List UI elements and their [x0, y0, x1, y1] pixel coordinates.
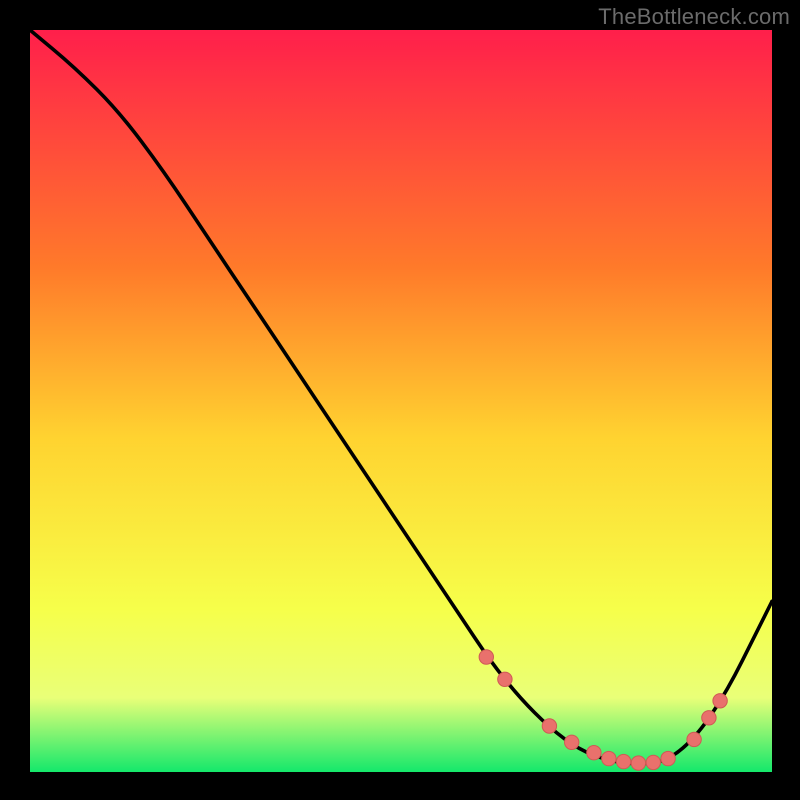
marker-point [631, 756, 645, 770]
marker-point [702, 711, 716, 725]
chart-svg [30, 30, 772, 772]
watermark-text: TheBottleneck.com [598, 4, 790, 30]
chart-frame: TheBottleneck.com [0, 0, 800, 800]
marker-point [587, 746, 601, 760]
marker-point [661, 751, 675, 765]
marker-point [687, 732, 701, 746]
marker-point [565, 735, 579, 749]
marker-point [479, 650, 493, 664]
marker-point [646, 755, 660, 769]
marker-point [498, 672, 512, 686]
plot-area [30, 30, 772, 772]
marker-point [713, 694, 727, 708]
marker-point [542, 719, 556, 733]
marker-point [602, 751, 616, 765]
marker-point [616, 754, 630, 768]
